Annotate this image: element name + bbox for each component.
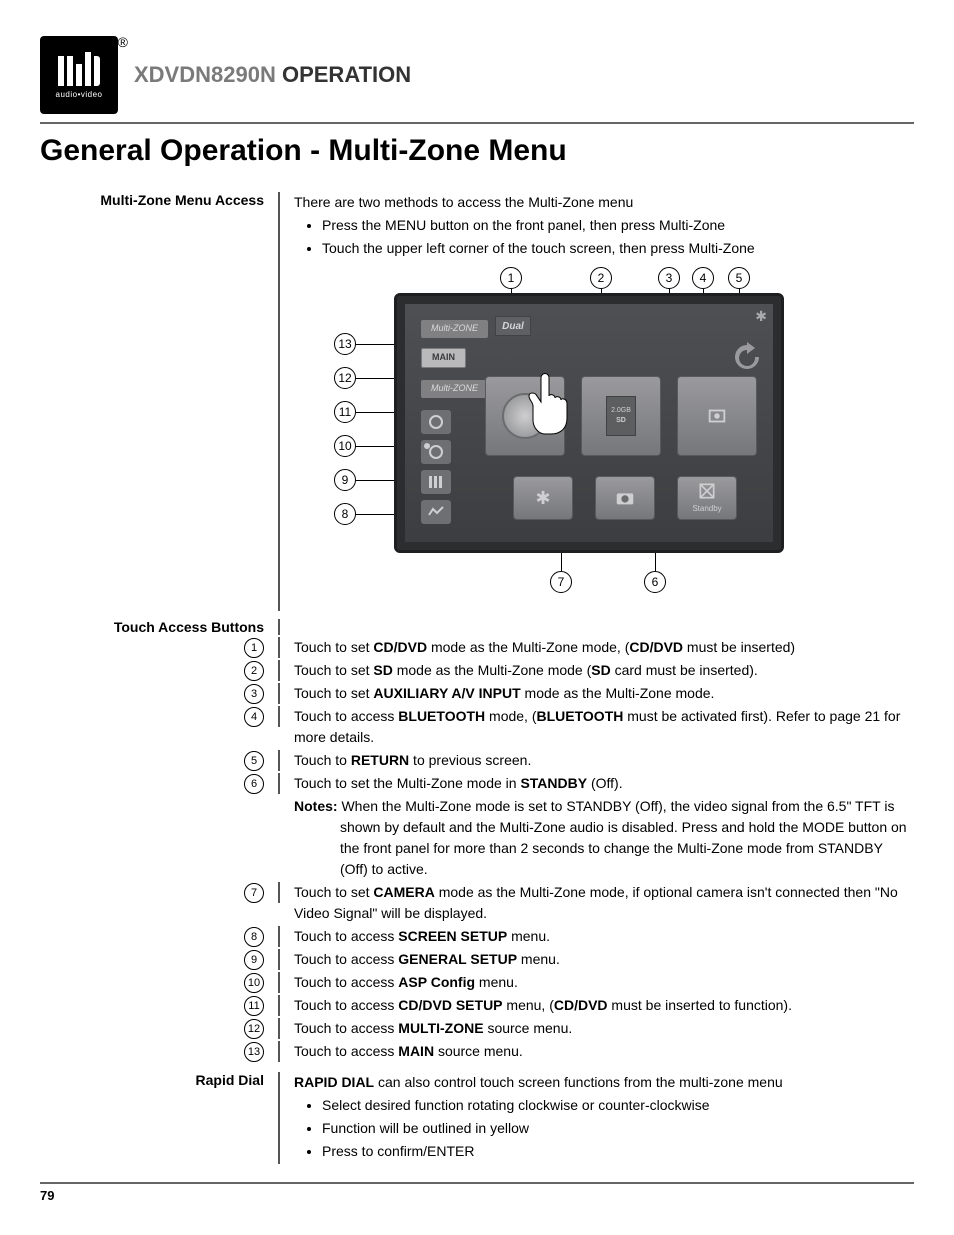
callout-number: 6	[244, 774, 264, 794]
touch-item-row: 11 Touch to access CD/DVD SETUP menu, (CD…	[40, 995, 914, 1016]
touch-item-desc: Touch to set SD mode as the Multi-Zone m…	[280, 660, 914, 681]
touch-item-row: 6 Touch to set the Multi-Zone mode in STA…	[40, 773, 914, 794]
callout-2: 2	[590, 267, 612, 289]
touch-item-desc: Touch to set the Multi-Zone mode in STAN…	[280, 773, 914, 794]
section-rapid-dial: Rapid Dial RAPID DIAL can also control t…	[40, 1072, 914, 1164]
page-header: audio•video ® XDVDN8290N OPERATION	[40, 36, 914, 114]
bluetooth-icon: ✱	[755, 306, 767, 327]
touch-item-row: 13 Touch to access MAIN source menu.	[40, 1041, 914, 1062]
callout-number: 9	[244, 950, 264, 970]
model-number: XDVDN8290N	[134, 62, 276, 87]
hand-pointer-icon	[521, 368, 581, 438]
product-title: XDVDN8290N OPERATION	[134, 62, 411, 88]
touch-item-row: 3 Touch to set AUXILIARY A/V INPUT mode a…	[40, 683, 914, 704]
touch-item-desc: Touch to RETURN to previous screen.	[280, 750, 914, 771]
touch-item-row: 9 Touch to access GENERAL SETUP menu.	[40, 949, 914, 970]
tab-main: MAIN	[421, 348, 466, 368]
callout-number: 13	[244, 1042, 264, 1062]
header-title: OPERATION	[282, 62, 411, 87]
callout-9: 9	[334, 469, 356, 491]
rapid-bullet: Press to confirm/ENTER	[322, 1141, 914, 1162]
touch-item-desc: Touch to access MULTI-ZONE source menu.	[280, 1018, 914, 1039]
tab-multizone: Multi-ZONE	[421, 380, 488, 398]
access-bullet: Touch the upper left corner of the touch…	[322, 238, 914, 259]
page-number: 79	[40, 1182, 914, 1203]
touch-item-row: 4 Touch to access BLUETOOTH mode, (BLUETO…	[40, 706, 914, 748]
touch-item-row: 7 Touch to set CAMERA mode as the Multi-Z…	[40, 882, 914, 924]
standby-icon: Standby	[677, 476, 737, 520]
touch-item-desc: Touch to access MAIN source menu.	[280, 1041, 914, 1062]
rapid-bullet: Function will be outlined in yellow	[322, 1118, 914, 1139]
touch-label: Touch Access Buttons	[114, 619, 264, 635]
access-body: There are two methods to access the Mult…	[280, 192, 914, 611]
callout-number: 12	[244, 1019, 264, 1039]
callout-12: 12	[334, 367, 356, 389]
touch-item-desc: Touch to access SCREEN SETUP menu.	[280, 926, 914, 947]
callout-number: 2	[244, 661, 264, 681]
callout-number: 1	[244, 638, 264, 658]
touch-item-desc: Touch to set CD/DVD mode as the Multi-Zo…	[280, 637, 914, 658]
callout-10: 10	[334, 435, 356, 457]
touch-item-desc: Touch to access CD/DVD SETUP menu, (CD/D…	[280, 995, 914, 1016]
touch-access-section: Touch Access Buttons 1 Touch to set CD/DV…	[40, 619, 914, 1062]
registered-icon: ®	[118, 34, 128, 50]
callout-number: 11	[244, 996, 264, 1016]
callout-number: 5	[244, 751, 264, 771]
callout-4: 4	[692, 267, 714, 289]
rapid-body: RAPID DIAL can also control touch screen…	[280, 1072, 914, 1164]
access-label: Multi-Zone Menu Access	[40, 192, 280, 611]
touch-item-row: 2 Touch to set SD mode as the Multi-Zone …	[40, 660, 914, 681]
callout-number: 4	[244, 707, 264, 727]
touch-item-row: 8 Touch to access SCREEN SETUP menu.	[40, 926, 914, 947]
callout-number: 8	[244, 927, 264, 947]
rapid-label: Rapid Dial	[40, 1072, 280, 1164]
callout-11: 11	[334, 401, 356, 423]
callout-number: 10	[244, 973, 264, 993]
callout-3: 3	[658, 267, 680, 289]
sd-icon: 2.0GB SD	[581, 376, 661, 456]
section-access: Multi-Zone Menu Access There are two met…	[40, 192, 914, 611]
bluetooth-cell-icon: ✱	[513, 476, 573, 520]
aux-icon	[677, 376, 757, 456]
callout-8: 8	[334, 503, 356, 525]
touch-item-row: 10 Touch to access ASP Config menu.	[40, 972, 914, 993]
asp-config-icon	[421, 440, 451, 464]
callout-5: 5	[728, 267, 750, 289]
touch-item-desc: Touch to access ASP Config menu.	[280, 972, 914, 993]
callout-6: 6	[644, 571, 666, 593]
touch-item-row: 5 Touch to RETURN to previous screen.	[40, 750, 914, 771]
touch-item-row: 1 Touch to set CD/DVD mode as the Multi-Z…	[40, 637, 914, 658]
touchscreen-mock: ✱ Multi-ZONE Dual MAIN Multi-ZONE 2.0GB	[394, 293, 784, 553]
notes-block: Notes: When the Multi-Zone mode is set t…	[280, 796, 914, 880]
dvd-setup-icon	[421, 410, 451, 434]
screen-setup-icon	[421, 500, 451, 524]
touch-item-desc: Touch to set CAMERA mode as the Multi-Zo…	[280, 882, 914, 924]
rapid-bullet: Select desired function rotating clockwi…	[322, 1095, 914, 1116]
brand-logo: audio•video	[40, 36, 118, 114]
brand-small-icon: Dual	[502, 319, 524, 334]
general-setup-icon	[421, 470, 451, 494]
touch-item-desc: Touch to access BLUETOOTH mode, (BLUETOO…	[280, 706, 914, 748]
return-icon	[729, 342, 765, 372]
callout-1: 1	[500, 267, 522, 289]
page-title: General Operation - Multi-Zone Menu	[40, 134, 914, 168]
callout-13: 13	[334, 333, 356, 355]
screen-diagram: 1 2 3 4 5 13 12 11 10 9 8 7 6	[334, 273, 804, 593]
tab-multizone-header: Multi-ZONE	[421, 320, 488, 338]
touch-item-desc: Touch to access GENERAL SETUP menu.	[280, 949, 914, 970]
touch-item-row: 12 Touch to access MULTI-ZONE source menu…	[40, 1018, 914, 1039]
callout-number: 7	[244, 883, 264, 903]
callout-7: 7	[550, 571, 572, 593]
access-bullet: Press the MENU button on the front panel…	[322, 215, 914, 236]
access-intro: There are two methods to access the Mult…	[294, 192, 914, 213]
divider	[40, 122, 914, 124]
touch-item-desc: Touch to set AUXILIARY A/V INPUT mode as…	[280, 683, 914, 704]
camera-icon	[595, 476, 655, 520]
callout-number: 3	[244, 684, 264, 704]
logo-subtext: audio•video	[56, 90, 103, 99]
